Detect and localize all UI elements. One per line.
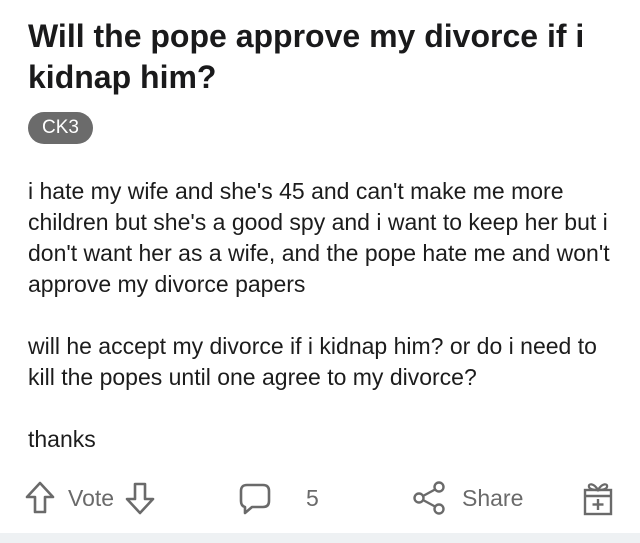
award-button[interactable]	[580, 474, 616, 522]
award-gift-icon	[580, 479, 616, 517]
comments-button[interactable]: 5	[238, 474, 319, 522]
comment-count: 5	[306, 484, 319, 511]
share-label: Share	[462, 484, 524, 511]
vote-control: Vote	[24, 474, 156, 522]
post-paragraph: i hate my wife and she's 45 and can't ma…	[28, 178, 610, 297]
feed-divider	[0, 533, 640, 543]
post-paragraph: thanks	[28, 426, 96, 452]
vote-label: Vote	[68, 484, 115, 511]
downvote-arrow-icon[interactable]	[124, 481, 156, 515]
upvote-arrow-icon[interactable]	[24, 481, 56, 515]
post-card: Will the pope approve my divorce if i ki…	[0, 0, 640, 533]
post-title[interactable]: Will the pope approve my divorce if i ki…	[28, 16, 618, 98]
post-body: i hate my wife and she's 45 and can't ma…	[28, 176, 623, 486]
comment-bubble-icon	[238, 481, 272, 515]
share-button[interactable]: Share	[412, 474, 523, 522]
post-flair[interactable]: CK3	[28, 112, 93, 144]
post-paragraph: will he accept my divorce if i kidnap hi…	[28, 333, 597, 390]
post-action-bar: Vote 5 Share	[0, 474, 640, 524]
share-icon	[412, 480, 448, 516]
